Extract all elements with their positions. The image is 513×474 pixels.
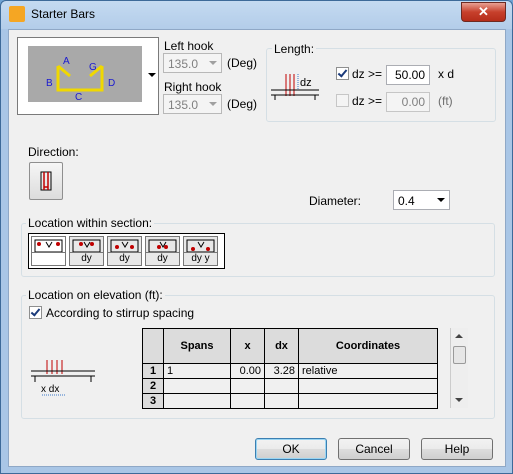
- right-hook-label: Right hook: [164, 80, 222, 94]
- length-dz-factor-input[interactable]: 50.00: [386, 65, 430, 85]
- hook-label-c: C: [75, 92, 82, 102]
- hook-shape-dropdown-arrow[interactable]: [148, 73, 156, 77]
- diameter-label: Diameter:: [309, 194, 362, 208]
- elevation-diagram: x dx: [31, 360, 95, 396]
- table-row: 1 1 0.00 3.28 relative: [142, 363, 438, 379]
- right-hook-unit: (Deg): [227, 97, 258, 111]
- hook-label-g: G: [89, 62, 97, 73]
- scroll-up-icon[interactable]: [455, 334, 463, 338]
- length-dz-factor-unit: x d: [438, 67, 455, 81]
- ok-button[interactable]: OK: [255, 438, 327, 460]
- dx-column-header[interactable]: dx: [264, 328, 299, 364]
- dx-cell[interactable]: [264, 393, 299, 409]
- row-number[interactable]: 2: [142, 378, 164, 394]
- app-logo-icon: [9, 6, 25, 22]
- stirrup-spacing-checkbox[interactable]: [29, 306, 42, 319]
- hook-label-a: A: [63, 56, 70, 67]
- x-column-header[interactable]: x: [230, 328, 265, 364]
- coordinates-cell[interactable]: [298, 393, 438, 409]
- location-section-sub-3: dy: [108, 252, 141, 265]
- coordinates-cell[interactable]: relative: [298, 363, 438, 379]
- diameter-select[interactable]: 0.4: [393, 190, 450, 210]
- length-group-label: Length:: [272, 42, 317, 56]
- close-button[interactable]: ✕: [461, 2, 506, 22]
- x-cell[interactable]: 0.00: [230, 363, 265, 379]
- direction-button[interactable]: [29, 162, 63, 200]
- length-dz-absolute-checkbox[interactable]: [336, 94, 349, 107]
- location-section-toolbar: dy dy dy dy y: [28, 233, 225, 269]
- hook-label-b: B: [46, 78, 53, 89]
- location-section-sub-1: [32, 252, 65, 265]
- location-section-button-2[interactable]: dy: [69, 236, 104, 266]
- table-corner-header: [142, 328, 164, 364]
- title-bar[interactable]: Starter Bars ✕: [1, 1, 512, 28]
- coordinates-cell[interactable]: [298, 378, 438, 394]
- location-section-sub-5: dy y: [184, 252, 217, 265]
- spans-column-header[interactable]: Spans: [163, 328, 231, 364]
- x-cell[interactable]: [230, 378, 265, 394]
- hook-label-d: D: [108, 78, 115, 89]
- table-row: 2: [142, 378, 438, 394]
- length-diagram: dz: [271, 74, 319, 100]
- direction-icon: [40, 171, 52, 191]
- spans-cell[interactable]: [163, 378, 231, 394]
- dx-cell[interactable]: [264, 378, 299, 394]
- dx-cell[interactable]: 3.28: [264, 363, 299, 379]
- right-hook-value: 135.0: [168, 98, 199, 112]
- spans-cell[interactable]: 1: [163, 363, 231, 379]
- diameter-value: 0.4: [398, 194, 415, 208]
- length-dz-absolute-label: dz >=: [352, 94, 383, 108]
- elevation-diagram-label: x dx: [41, 384, 59, 395]
- left-hook-label: Left hook: [164, 39, 214, 53]
- cancel-button[interactable]: Cancel: [338, 438, 410, 460]
- hook-shape-drawing: A G B D C: [46, 56, 115, 103]
- left-hook-value: 135.0: [168, 57, 199, 71]
- length-dz-factor-checkbox[interactable]: [336, 67, 349, 80]
- location-section-button-1[interactable]: [31, 236, 66, 266]
- left-hook-select[interactable]: 135.0: [163, 53, 222, 73]
- right-hook-select[interactable]: 135.0: [163, 94, 222, 114]
- scroll-thumb[interactable]: [453, 346, 466, 364]
- table-row: 3: [142, 393, 438, 409]
- window-title: Starter Bars: [31, 7, 96, 21]
- direction-label: Direction:: [28, 145, 79, 159]
- row-number[interactable]: 1: [142, 363, 164, 379]
- scroll-down-icon[interactable]: [455, 398, 463, 402]
- table-scrollbar[interactable]: [450, 328, 468, 408]
- length-dz-absolute-input[interactable]: 0.00: [386, 92, 430, 112]
- length-dz-factor-label: dz >=: [352, 67, 383, 81]
- row-number[interactable]: 3: [142, 393, 164, 409]
- chevron-down-icon: [209, 102, 217, 106]
- elevation-table: Spans x dx Coordinates 1 1 0.00 3.28 rel…: [142, 328, 438, 409]
- help-button[interactable]: Help: [421, 438, 493, 460]
- location-section-sub-2: dy: [70, 252, 103, 265]
- location-section-button-4[interactable]: dy: [145, 236, 180, 266]
- elevation-group-label: Location on elevation (ft):: [26, 288, 165, 302]
- stirrup-spacing-label: According to stirrup spacing: [46, 306, 195, 320]
- dialog-window: Starter Bars ✕ A G B D C Left hook 135.0…: [0, 0, 513, 474]
- location-section-label: Location within section:: [26, 216, 155, 230]
- coordinates-column-header[interactable]: Coordinates: [298, 328, 438, 364]
- chevron-down-icon: [209, 61, 217, 65]
- spans-cell[interactable]: [163, 393, 231, 409]
- location-section-button-3[interactable]: dy: [107, 236, 142, 266]
- left-hook-unit: (Deg): [227, 56, 258, 70]
- length-dz-absolute-unit: (ft): [438, 94, 453, 108]
- hook-shape-preview[interactable]: A G B D C: [17, 37, 159, 115]
- dialog-client-area: A G B D C Left hook 135.0 (Deg) Right ho…: [8, 29, 506, 467]
- dz-diagram-label: dz: [300, 77, 312, 89]
- location-section-sub-4: dy: [146, 252, 179, 265]
- x-cell[interactable]: [230, 393, 265, 409]
- location-section-button-5[interactable]: dy y: [183, 236, 218, 266]
- chevron-down-icon: [437, 198, 445, 202]
